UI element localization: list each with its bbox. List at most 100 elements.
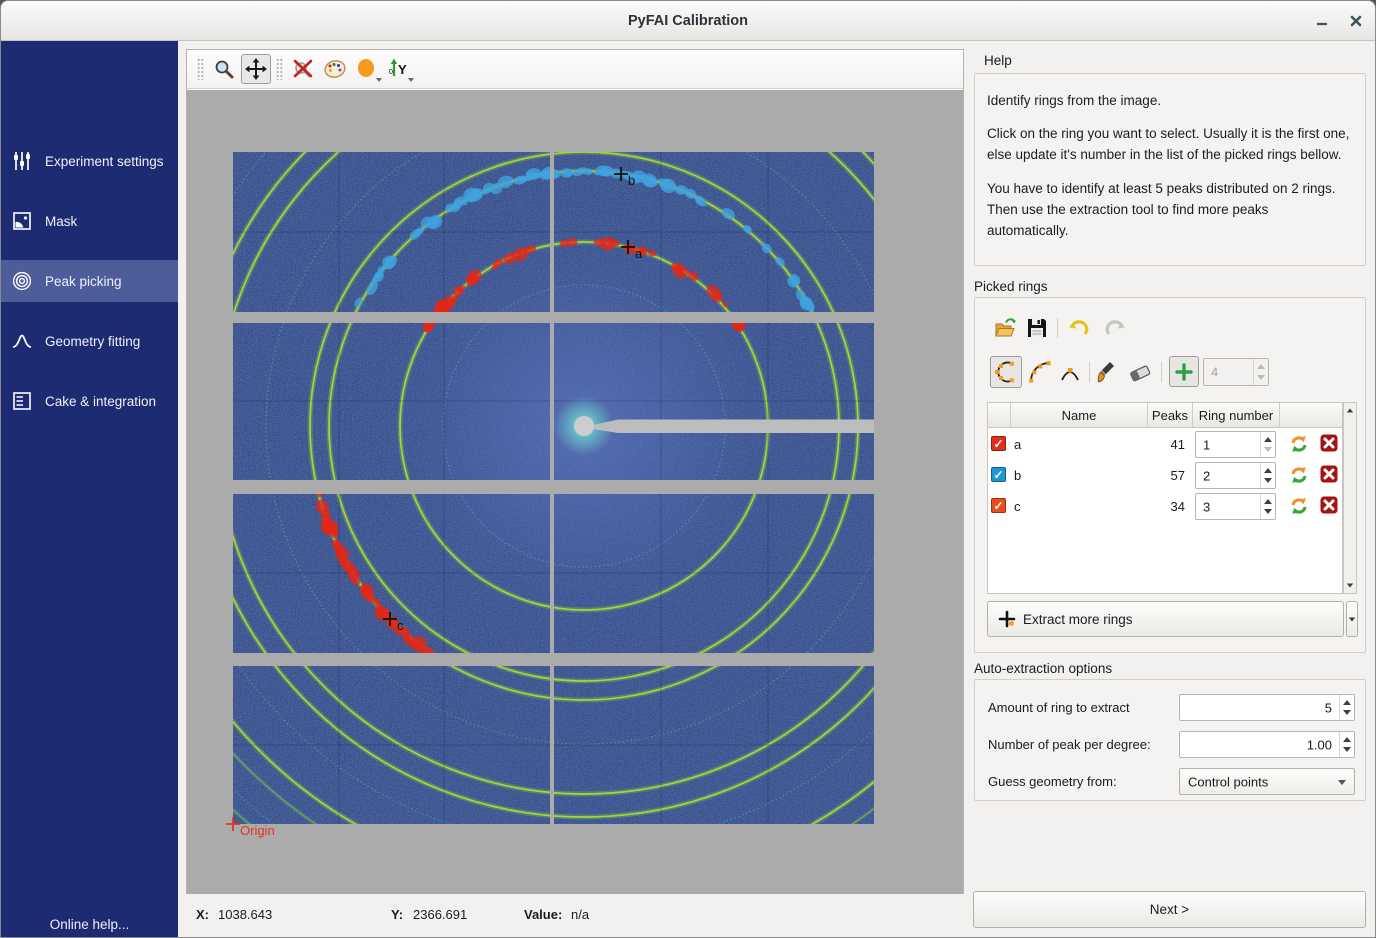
refresh-ring-icon[interactable] [1289, 465, 1309, 485]
toolbar-separator [1057, 318, 1058, 338]
online-help-link[interactable]: Online help... [1, 917, 178, 932]
ring-select-tool-button[interactable] [990, 356, 1022, 388]
concentric-rings-icon [11, 270, 33, 292]
palette-icon [323, 57, 347, 81]
spin-arrows[interactable] [1260, 432, 1275, 457]
marker-b-label: b [628, 173, 635, 188]
peak-per-degree-label: Number of peak per degree: [988, 737, 1151, 752]
marker-c-label: c [397, 618, 404, 633]
ring-amount-label: Amount of ring to extract [988, 700, 1130, 715]
toolbar-separator [1161, 362, 1162, 382]
spin-arrows[interactable] [1260, 494, 1275, 519]
plot-toolbar: Y 0 [187, 50, 963, 89]
ring-number-spinbox[interactable]: 3 [1195, 493, 1276, 520]
sliders-icon [11, 150, 33, 172]
value-label: Value: [524, 907, 562, 922]
colormap-button[interactable] [320, 54, 350, 84]
detector-panels [187, 90, 963, 894]
delete-ring-icon[interactable] [1320, 434, 1338, 452]
value-value: n/a [571, 907, 589, 922]
brush-tool-button[interactable] [1094, 358, 1122, 386]
minimize-button[interactable] [1311, 10, 1333, 32]
ring-peaks: 41 [1147, 437, 1185, 452]
y-axis-orientation-button[interactable]: Y 0 [384, 54, 414, 84]
table-scrollbar[interactable] [1343, 402, 1357, 594]
peak-tool-icon [1058, 360, 1082, 384]
zoom-mode-button[interactable] [209, 54, 239, 84]
ring-number-spinbox[interactable]: 1 [1195, 431, 1276, 458]
extract-more-rings-button[interactable]: Extract more rings [987, 601, 1344, 637]
diffraction-image[interactable]: abcOrigin [187, 90, 963, 894]
pyfai-window: PyFAI Calibration Experiment settings Ma… [0, 0, 1376, 938]
zoom-disable-button[interactable] [288, 54, 318, 84]
window-title: PyFAI Calibration [1, 1, 1375, 41]
spin-arrows[interactable] [1260, 463, 1275, 488]
sidebar-item-mask[interactable]: Mask [1, 200, 178, 242]
guess-geometry-combobox[interactable]: Control points [1179, 768, 1355, 795]
new-ring-number-spinbox[interactable]: 4 [1203, 358, 1269, 386]
delete-ring-icon[interactable] [1320, 465, 1338, 483]
toolbar-separator [1089, 362, 1090, 382]
undo-button[interactable] [1065, 314, 1093, 342]
auto-extraction-group-label: Auto-extraction options [974, 661, 1112, 676]
ring-visible-checkbox[interactable]: ✓ [991, 436, 1006, 451]
toolbar-grip[interactable] [276, 58, 283, 80]
spin-value: 2 [1203, 468, 1210, 483]
header-actions [1279, 403, 1343, 428]
close-button[interactable] [1345, 10, 1367, 32]
ring-visible-checkbox[interactable]: ✓ [991, 498, 1006, 513]
ring-name: c [1014, 499, 1021, 514]
marker-color-button[interactable] [352, 54, 382, 84]
add-ring-button[interactable] [1169, 356, 1199, 387]
ring-visible-checkbox[interactable]: ✓ [991, 467, 1006, 482]
arc-select-tool-button[interactable] [1026, 358, 1054, 386]
open-icon [993, 316, 1017, 340]
plot-canvas[interactable]: abcOrigin [187, 90, 963, 894]
sidebar-item-label: Geometry fitting [45, 334, 140, 349]
peak-per-degree-spinbox[interactable]: 1.00 [1179, 731, 1355, 758]
scroll-up-icon[interactable] [1347, 409, 1353, 413]
sidebar-item-label: Experiment settings [45, 154, 164, 169]
delete-ring-icon[interactable] [1320, 496, 1338, 514]
sidebar-item-experiment-settings[interactable]: Experiment settings [1, 140, 178, 182]
extract-options-dropdown[interactable] [1346, 601, 1358, 637]
scroll-down-icon[interactable] [1347, 584, 1353, 588]
dropdown-arrow-icon [408, 78, 414, 82]
ring-name: a [1014, 437, 1021, 452]
sidebar-item-peak-picking[interactable]: Peak picking [1, 260, 178, 302]
save-peaks-button[interactable] [1023, 314, 1051, 342]
ring-amount-spinbox[interactable]: 5 [1179, 694, 1355, 721]
help-group: Identify rings from the image. Click on … [974, 73, 1366, 266]
peak-select-tool-button[interactable] [1056, 358, 1084, 386]
sidebar: Experiment settings Mask Peak picking Ge… [1, 41, 178, 938]
eraser-tool-button[interactable] [1126, 358, 1154, 386]
redo-button[interactable] [1101, 314, 1129, 342]
spin-value: 4 [1211, 365, 1218, 380]
spin-arrows[interactable] [1339, 732, 1354, 757]
undo-icon [1067, 316, 1091, 340]
help-text: Identify rings from the image. Click on … [987, 78, 1353, 253]
load-peaks-button[interactable] [991, 314, 1019, 342]
sidebar-item-geometry-fitting[interactable]: Geometry fitting [1, 320, 178, 362]
dropdown-arrow-icon [376, 78, 382, 82]
refresh-ring-icon[interactable] [1289, 434, 1309, 454]
guess-geometry-label: Guess geometry from: [988, 774, 1117, 789]
ring-peaks: 34 [1147, 499, 1185, 514]
ring-name: b [1014, 468, 1021, 483]
toolbar-grip[interactable] [197, 58, 204, 80]
pan-mode-button[interactable] [241, 54, 271, 84]
redo-icon [1103, 316, 1127, 340]
picked-rings-table[interactable]: Name Peaks Ring number ✓ a 41 1 [987, 402, 1343, 594]
refresh-ring-icon[interactable] [1289, 496, 1309, 516]
ring-number-spinbox[interactable]: 2 [1195, 462, 1276, 489]
peak-curve-icon [11, 330, 33, 352]
x-label: X: [196, 907, 209, 922]
next-button[interactable]: Next > [973, 891, 1366, 928]
picked-rings-group: 4 Name Peaks Ring number ✓ a 41 1 [974, 297, 1366, 653]
spin-arrows[interactable] [1253, 359, 1268, 385]
spin-arrows[interactable] [1339, 695, 1354, 720]
arc-tool-icon [1028, 360, 1052, 384]
right-panel: Help Identify rings from the image. Clic… [973, 41, 1376, 938]
spin-value: 3 [1203, 499, 1210, 514]
sidebar-item-cake-integration[interactable]: Cake & integration [1, 380, 178, 422]
